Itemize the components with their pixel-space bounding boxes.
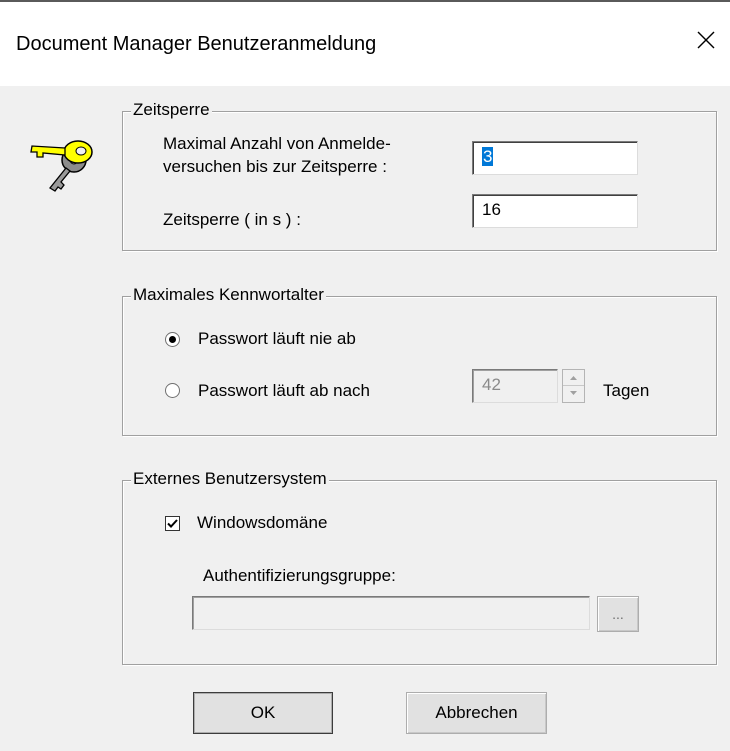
keys-icon: [30, 140, 93, 192]
attempts-label-line2: versuchen bis zur Zeitsperre :: [163, 157, 387, 176]
radio-expires-after-label: Passwort läuft ab nach: [198, 381, 370, 400]
days-input[interactable]: 42: [472, 369, 558, 403]
auth-group-label: Authentifizierungsgruppe:: [203, 566, 396, 585]
password-age-group: [122, 296, 717, 436]
chevron-down-icon: [570, 391, 577, 395]
attempts-label-line1: Maximal Anzahl von Anmelde-: [163, 134, 391, 153]
timeout-group-legend: Zeitsperre: [131, 100, 212, 119]
timeout-input[interactable]: 16: [472, 194, 638, 228]
windows-domain-checkbox[interactable]: [165, 516, 180, 531]
radio-expires-after[interactable]: [165, 383, 180, 398]
external-system-group-legend: Externes Benutzersystem: [131, 469, 329, 488]
auth-group-input[interactable]: [192, 596, 590, 630]
timeout-label: Zeitsperre ( in s ) :: [163, 210, 301, 229]
window-title: Document Manager Benutzeranmeldung: [16, 33, 377, 55]
days-unit-label: Tagen: [603, 381, 650, 400]
ok-button-label: OK: [250, 703, 276, 722]
timeout-group: [122, 111, 717, 251]
radio-selected-dot: [169, 336, 176, 343]
timeout-input-value: 16: [482, 200, 501, 219]
days-spinner[interactable]: [562, 369, 585, 403]
checkmark-icon: [167, 519, 178, 528]
windows-domain-label: Windowsdomäne: [197, 513, 328, 532]
browse-button[interactable]: ...: [597, 596, 639, 632]
days-input-value: 42: [482, 375, 501, 394]
spin-up-button[interactable]: [563, 370, 584, 386]
radio-never-expires[interactable]: [165, 332, 180, 347]
ok-button[interactable]: OK: [193, 692, 333, 734]
browse-button-label: ...: [612, 606, 624, 622]
cancel-button[interactable]: Abbrechen: [406, 692, 547, 734]
chevron-up-icon: [570, 376, 577, 380]
close-icon[interactable]: [694, 28, 718, 52]
cancel-button-label: Abbrechen: [435, 703, 518, 722]
radio-never-expires-label: Passwort läuft nie ab: [198, 329, 356, 348]
title-bar: Document Manager Benutzeranmeldung: [0, 0, 730, 86]
password-age-group-legend: Maximales Kennwortalter: [131, 285, 326, 304]
attempts-input-value: 3: [482, 147, 494, 166]
attempts-input[interactable]: 3: [472, 141, 638, 175]
spin-down-button[interactable]: [563, 386, 584, 402]
